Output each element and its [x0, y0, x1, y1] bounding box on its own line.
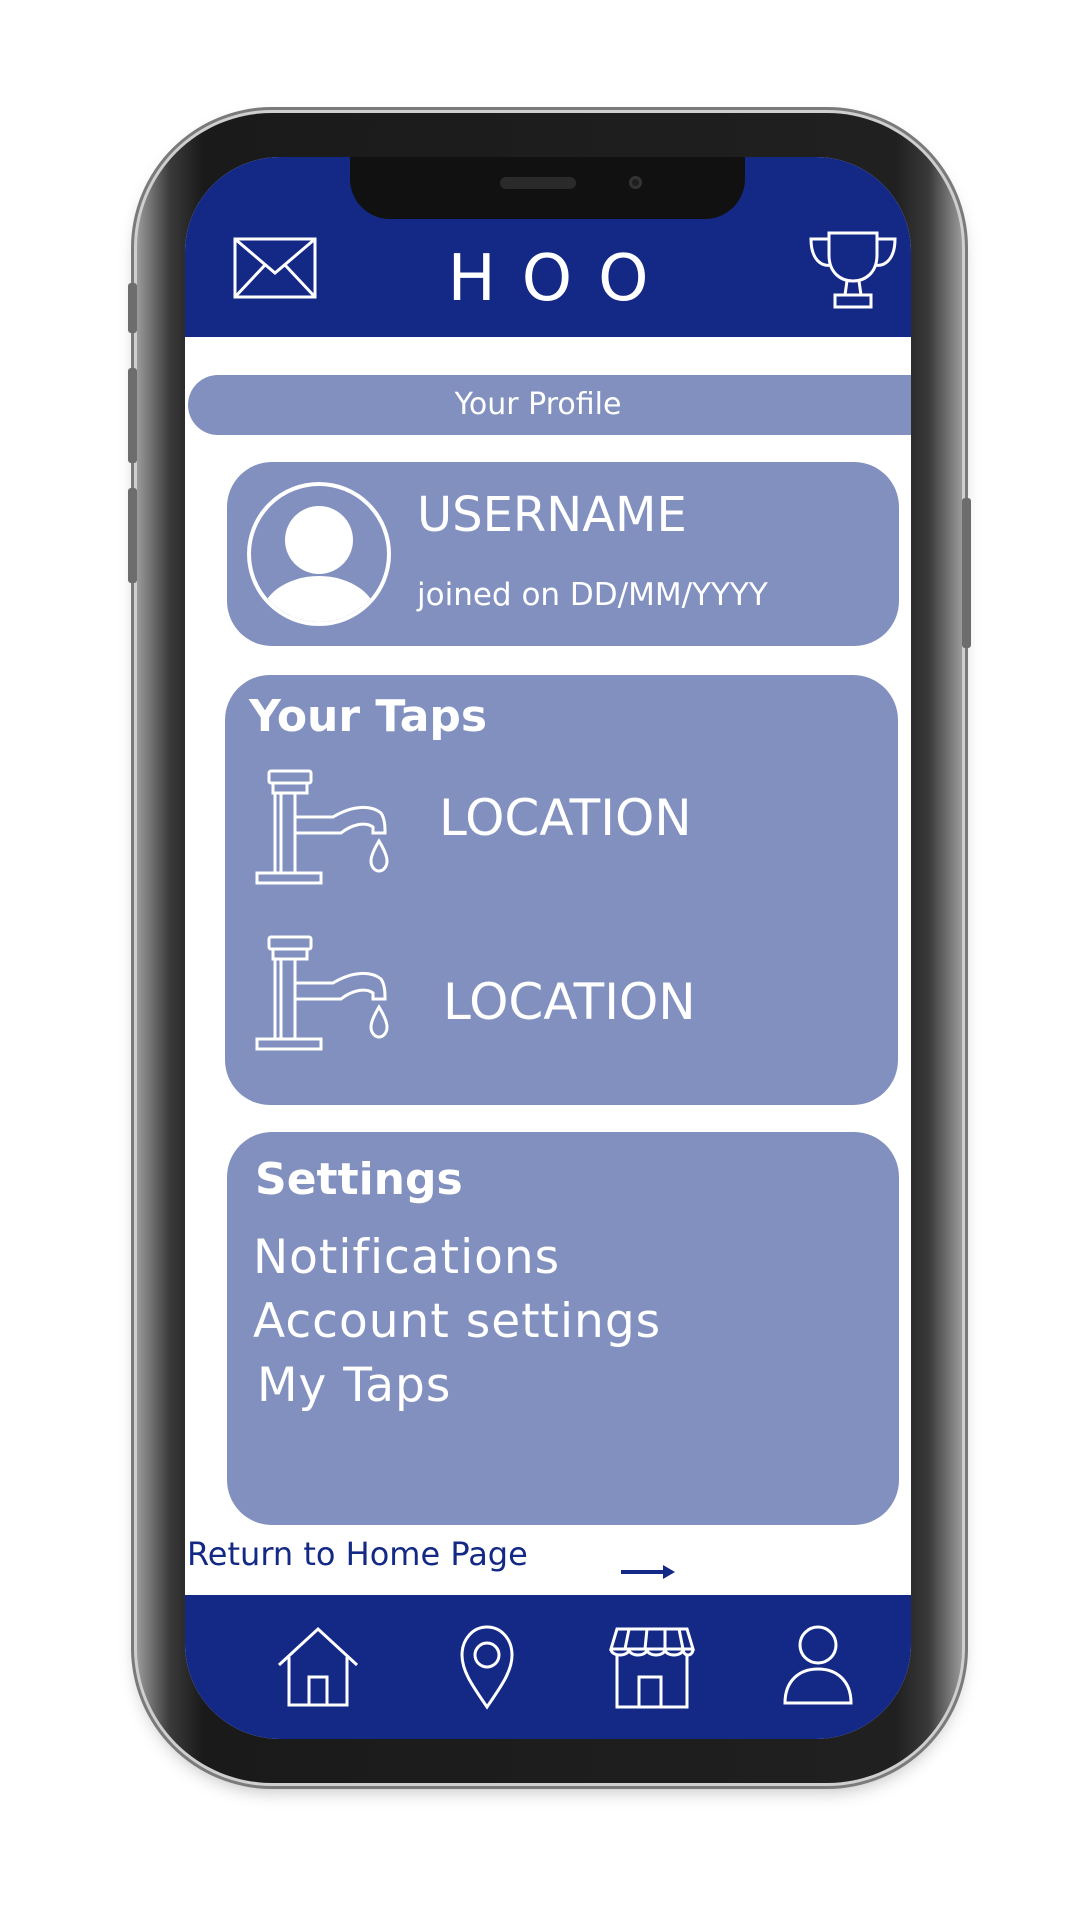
username: USERNAME [417, 487, 687, 543]
notch [350, 157, 745, 219]
mute-switch [128, 283, 137, 333]
user-card[interactable]: USERNAME joined on DD/MM/YYYY [227, 462, 899, 646]
arrow-right-icon [619, 1551, 677, 1589]
store-icon[interactable] [607, 1621, 697, 1711]
power-button [962, 498, 971, 648]
profile-icon[interactable] [773, 1621, 863, 1711]
front-camera [629, 176, 642, 189]
tap-location: LOCATION [439, 789, 692, 847]
tap-item[interactable]: LOCATION [255, 769, 875, 889]
bottom-nav [185, 1595, 911, 1739]
map-pin-icon[interactable] [442, 1621, 532, 1711]
volume-down-button [128, 488, 137, 583]
settings-item-notifications[interactable]: Notifications [253, 1230, 560, 1285]
phone-frame: HOO Your Profile USERNAME joined on DD/M… [128, 113, 971, 1783]
tap-icon [255, 769, 395, 889]
speaker-grille [500, 177, 576, 189]
phone-screen: HOO Your Profile USERNAME joined on DD/M… [185, 157, 911, 1739]
settings-item-my-taps[interactable]: My Taps [257, 1358, 451, 1413]
profile-banner: Your Profile [188, 375, 911, 435]
settings-card: Settings Notifications Account settings … [227, 1132, 899, 1525]
taps-card: Your Taps LOCATION LOCATION [225, 675, 898, 1105]
user-avatar-icon[interactable] [247, 482, 391, 626]
return-home-link[interactable]: Return to Home Page [187, 1535, 707, 1585]
trophy-icon[interactable] [807, 229, 899, 315]
settings-title: Settings [255, 1154, 463, 1205]
join-date: joined on DD/MM/YYYY [417, 577, 768, 613]
tap-item[interactable]: LOCATION [255, 935, 875, 1055]
tap-location: LOCATION [443, 973, 696, 1031]
return-home-label: Return to Home Page [187, 1535, 528, 1573]
volume-up-button [128, 368, 137, 463]
settings-item-account[interactable]: Account settings [253, 1294, 661, 1349]
taps-title: Your Taps [249, 691, 488, 742]
tap-icon [255, 935, 395, 1055]
home-icon[interactable] [273, 1621, 363, 1711]
app-brand: HOO [447, 242, 675, 316]
